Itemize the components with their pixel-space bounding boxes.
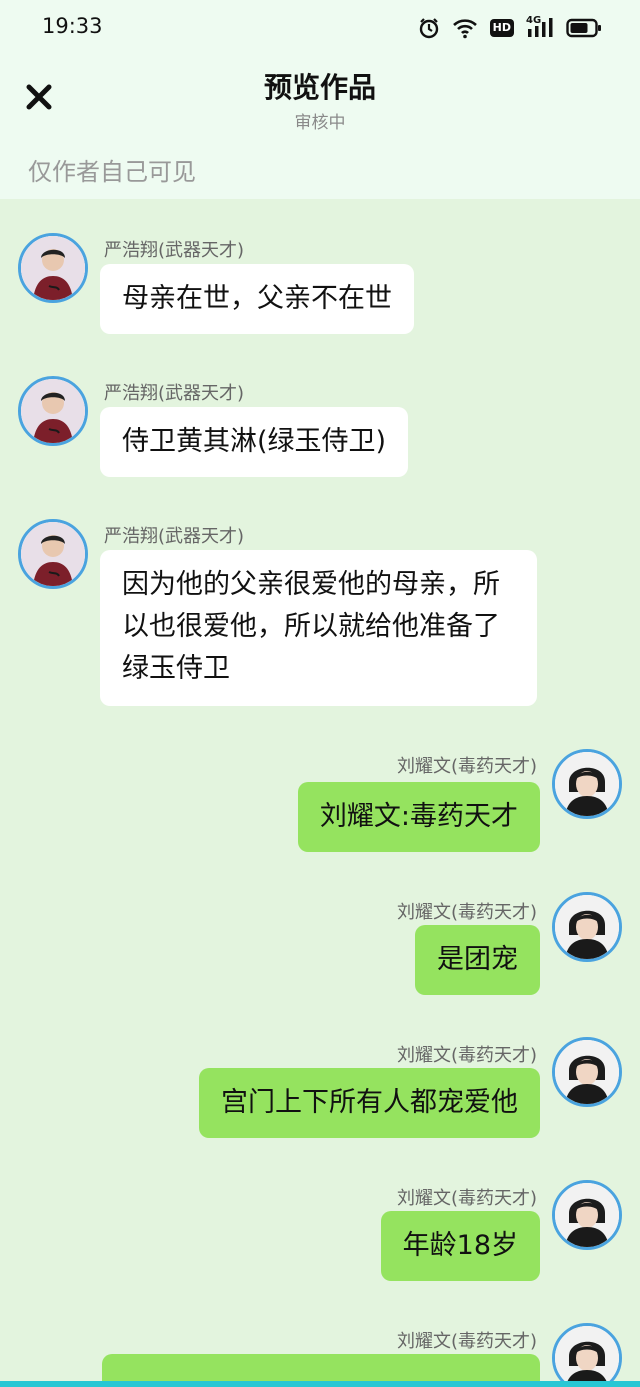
man-portrait-icon — [555, 895, 619, 959]
message-bubble[interactable]: 年龄18岁 — [380, 1211, 540, 1281]
status-time: 19:33 — [42, 14, 103, 38]
sender-name: 刘耀文(毒药天才) — [396, 902, 537, 923]
sender-avatar[interactable] — [552, 1180, 622, 1250]
hd-badge: HD — [489, 19, 514, 37]
battery-icon — [566, 18, 602, 38]
message-bubble[interactable]: 宫门上下所有人都宠爱他 — [199, 1068, 540, 1138]
chat-list[interactable]: 严浩翔(武器天才) 母亲在世，父亲不在世 严浩翔(武器天才) 侍卫黄其淋(绿玉侍… — [0, 199, 640, 1387]
nav-bar: 预览作品 审核中 — [0, 56, 640, 142]
message-bubble[interactable]: 侍卫黄其淋(绿玉侍卫) — [100, 407, 409, 477]
sender-avatar[interactable] — [552, 1323, 622, 1387]
sender-avatar[interactable] — [18, 233, 88, 303]
review-status: 审核中 — [294, 113, 346, 133]
sender-name: 严浩翔(武器天才) — [104, 383, 245, 404]
sender-name: 严浩翔(武器天才) — [104, 526, 245, 547]
boy-portrait-icon — [21, 522, 85, 586]
header-area: 19:33 HD 4G 预览作品 审核中 仅作者自己可见 — [0, 0, 640, 199]
message-bubble[interactable]: 因为他的父亲很爱他的母亲，所以也很爱他，所以就给他准备了绿玉侍卫 — [100, 550, 537, 706]
page-title: 预览作品 — [263, 71, 376, 104]
signal-icon: 4G — [526, 15, 554, 39]
boy-portrait-icon — [21, 236, 85, 300]
alarm-icon — [418, 17, 440, 39]
man-portrait-icon — [555, 1326, 619, 1387]
status-bar: 19:33 HD 4G — [0, 0, 640, 56]
sender-name: 严浩翔(武器天才) — [104, 240, 245, 261]
bottom-edge-bar — [0, 1381, 640, 1387]
sender-name: 刘耀文(毒药天才) — [396, 756, 537, 777]
status-icons: HD 4G — [418, 14, 602, 42]
message-bubble[interactable]: 是团宠 — [415, 925, 540, 995]
sender-avatar[interactable] — [552, 749, 622, 819]
wifi-icon — [452, 17, 478, 39]
sender-name: 刘耀文(毒药天才) — [396, 1188, 537, 1209]
sender-name: 刘耀文(毒药天才) — [396, 1331, 537, 1352]
man-portrait-icon — [555, 752, 619, 816]
sender-avatar[interactable] — [18, 519, 88, 589]
man-portrait-icon — [555, 1183, 619, 1247]
man-portrait-icon — [555, 1040, 619, 1104]
sender-avatar[interactable] — [18, 376, 88, 446]
sender-avatar[interactable] — [552, 1037, 622, 1107]
boy-portrait-icon — [21, 379, 85, 443]
sender-name: 刘耀文(毒药天才) — [396, 1045, 537, 1066]
visibility-note: 仅作者自己可见 — [28, 158, 196, 186]
message-bubble[interactable]: 刘耀文:毒药天才 — [297, 782, 540, 852]
sender-avatar[interactable] — [552, 892, 622, 962]
message-bubble[interactable]: 母亲在世，父亲不在世 — [100, 264, 414, 334]
